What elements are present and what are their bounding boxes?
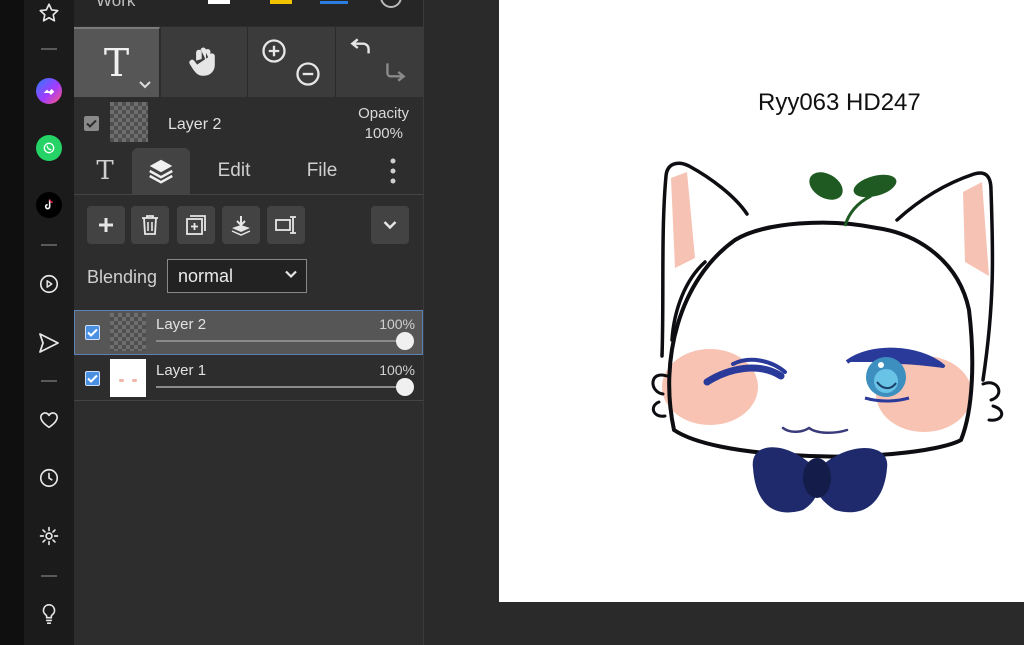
help-icon[interactable] (380, 0, 402, 8)
tool-bar: T (74, 27, 423, 97)
whatsapp-icon[interactable] (24, 131, 74, 165)
blending-select[interactable]: normal (167, 259, 307, 293)
layer-actions (74, 206, 423, 248)
layer-opacity-slider-handle[interactable] (396, 332, 414, 350)
app-sidebar (24, 0, 74, 645)
top-menu-strip: Work (74, 0, 423, 26)
chevron-down-icon (285, 270, 297, 279)
add-layer-button[interactable] (87, 206, 125, 244)
text-tool-button[interactable]: T (74, 27, 160, 97)
layer-row-layer-1[interactable]: Layer 1 100% (74, 356, 423, 401)
transform-icon (275, 216, 296, 234)
layer-name: Layer 1 (156, 362, 207, 379)
layer-opacity-slider-track[interactable] (156, 340, 406, 342)
lightbulb-icon[interactable] (24, 597, 74, 631)
current-layer-info: Layer 2 Opacity 100% (74, 98, 423, 148)
more-menu-button[interactable] (380, 148, 406, 194)
zoom-in-icon (262, 39, 286, 63)
tab-layers[interactable] (132, 148, 190, 194)
layer-thumbnail[interactable] (110, 102, 148, 142)
layer-transform-button[interactable] (267, 206, 305, 244)
layer-opacity-slider-handle[interactable] (396, 378, 414, 396)
layer-visible-checkbox[interactable] (84, 116, 99, 131)
layer-visibility-checkbox[interactable] (85, 325, 100, 340)
undo-icon (350, 38, 370, 54)
redo-icon (386, 63, 406, 82)
secondary-color-swatch[interactable] (270, 0, 292, 4)
merge-down-icon (231, 216, 251, 236)
tab-text-glyph: T (96, 156, 114, 186)
star-icon[interactable] (24, 0, 74, 30)
trash-icon (142, 215, 158, 235)
blending-label: Blending (87, 267, 158, 287)
hand-icon (189, 47, 215, 76)
blending-control: Blending normal (74, 258, 423, 298)
opacity-value[interactable]: 100% (365, 125, 403, 142)
plus-icon (99, 218, 113, 232)
editor-panel: Work T Layer 2 Opacity 100% T Edit File … (74, 0, 424, 645)
sidebar-separator (41, 48, 57, 50)
send-icon[interactable] (24, 326, 74, 360)
canvas-workspace: Ryy063 HD247 (424, 0, 1024, 645)
chevron-down-icon (383, 221, 397, 230)
layer-opacity-slider-track[interactable] (156, 386, 406, 388)
window-edge (0, 0, 24, 645)
opacity-label: Opacity (358, 105, 409, 122)
drawing-canvas[interactable]: Ryy063 HD247 (499, 0, 1024, 602)
layer-thumbnail[interactable] (110, 359, 146, 397)
tab-file[interactable]: File (292, 148, 352, 194)
current-layer-name: Layer 2 (168, 116, 222, 133)
duplicate-icon (186, 215, 206, 235)
sidebar-separator (41, 575, 57, 577)
layer-visibility-checkbox[interactable] (85, 371, 100, 386)
merge-down-button[interactable] (222, 206, 260, 244)
clock-icon[interactable] (24, 461, 74, 495)
play-icon[interactable] (24, 267, 74, 301)
delete-layer-button[interactable] (131, 206, 169, 244)
kebab-menu-icon (390, 158, 396, 184)
layer-list-bottom-border (74, 400, 423, 401)
more-actions-button[interactable] (371, 206, 409, 244)
tab-text[interactable]: T (84, 148, 126, 194)
zoom-tool-button[interactable] (248, 27, 336, 97)
gear-icon[interactable] (24, 519, 74, 553)
blending-value: normal (178, 266, 234, 286)
sidebar-separator (41, 380, 57, 382)
hand-tool-button[interactable] (161, 27, 248, 97)
panel-tabs: T Edit File (74, 148, 423, 195)
undo-redo-button[interactable] (336, 27, 423, 97)
foreground-color-swatch[interactable] (208, 0, 230, 4)
duplicate-layer-button[interactable] (177, 206, 215, 244)
zoom-out-icon (296, 62, 320, 86)
layer-opacity: 100% (379, 316, 415, 332)
text-tool-glyph: T (103, 41, 130, 85)
stroke-color-indicator[interactable] (320, 1, 348, 4)
layer-name: Layer 2 (156, 316, 207, 333)
heart-icon[interactable] (24, 403, 74, 437)
tiktok-icon[interactable] (24, 188, 74, 222)
messenger-icon[interactable] (24, 74, 74, 108)
tab-edit[interactable]: Edit (204, 148, 264, 194)
layers-icon (149, 159, 173, 184)
menu-label[interactable]: Work (96, 0, 135, 11)
layer-thumbnail[interactable] (110, 313, 146, 351)
layer-opacity: 100% (379, 362, 415, 378)
layer-row-layer-2[interactable]: Layer 2 100% (74, 310, 423, 355)
sidebar-separator (41, 244, 57, 246)
cat-illustration (651, 161, 1004, 513)
chevron-down-icon (139, 81, 151, 89)
